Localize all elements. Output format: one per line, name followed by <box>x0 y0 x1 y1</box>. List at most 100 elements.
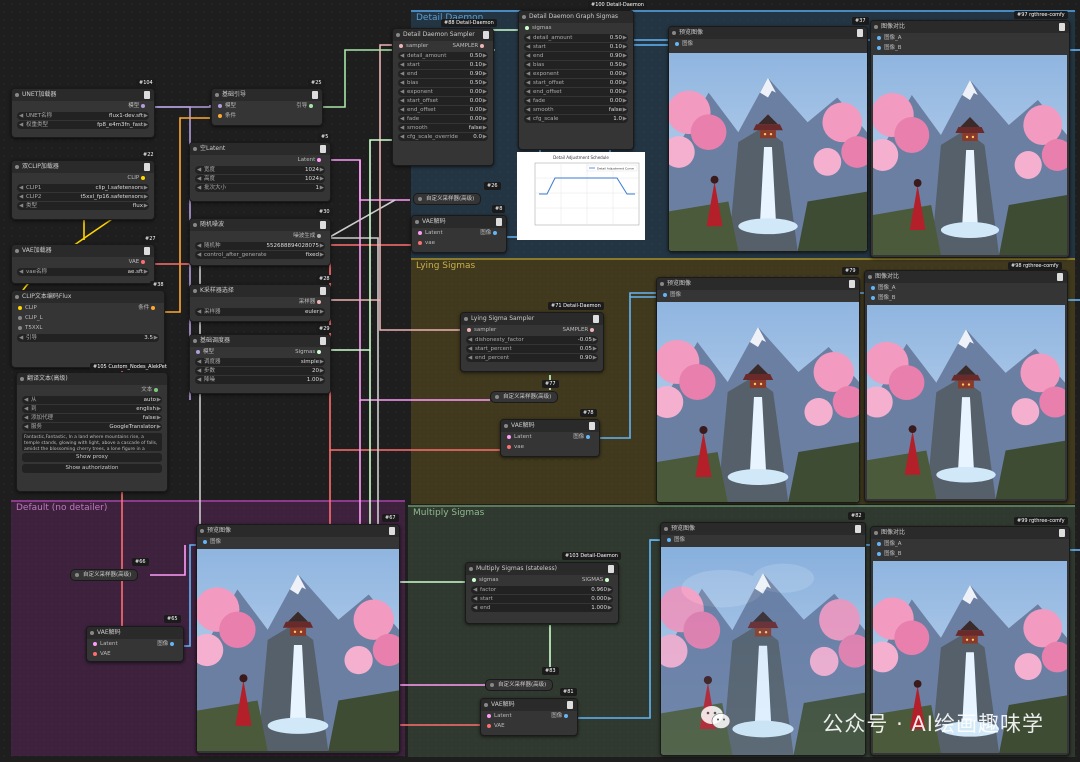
ksampler-select-node[interactable]: K采样器选择 采样器 ◀ 采样器 euler ▶ <box>189 284 331 322</box>
input-socket[interactable] <box>877 551 881 556</box>
clip-type-widget[interactable]: ◀ 类型 flux ▶ <box>17 202 149 210</box>
param-widget-smooth[interactable]: ◀ smooth false ▶ <box>524 106 628 114</box>
param-widget-detail-amount[interactable]: ◀ detail_amount 0.50 ▶ <box>524 34 628 42</box>
show-authorization-button[interactable]: Show authorization <box>22 464 162 473</box>
input-socket[interactable] <box>472 577 476 582</box>
output-socket[interactable] <box>154 387 158 392</box>
param-widget-end[interactable]: ◀ end 0.90 ▶ <box>398 70 488 78</box>
clip-text-encode-flux-node[interactable]: CLIP文本编码Flux CLIP 条件 CLIP_L T5XXL ◀ 引导 3.5 ▶ <box>11 290 165 368</box>
collapse-dot-icon[interactable] <box>396 33 400 37</box>
multiply-sigmas-node[interactable]: Multiply Sigmas (stateless) sigmas SIGMAS… <box>465 562 619 624</box>
service-widget[interactable]: ◀ 服务 GoogleTranslator ▶ <box>22 423 162 431</box>
param-widget-start[interactable]: ◀ start 0.10 ▶ <box>524 43 628 51</box>
collapse-dot-icon[interactable] <box>660 282 664 286</box>
param-widget-end-offset[interactable]: ◀ end_offset 0.00 ▶ <box>398 106 488 114</box>
collapse-dot-icon[interactable] <box>418 197 422 201</box>
detail-daemon-graph-sigmas-node[interactable]: Detail Daemon Graph Sigmas sigmas ◀ detai… <box>518 10 634 150</box>
width-widget[interactable]: ◀ 宽度 1024 ▶ <box>195 166 325 174</box>
compare-image[interactable] <box>873 55 1067 255</box>
collapse-dot-icon[interactable] <box>504 424 508 428</box>
vae-decode-node[interactable]: VAE解码 Latent 图像 VAE <box>480 698 578 736</box>
param-widget-start-offset[interactable]: ◀ start_offset 0.00 ▶ <box>398 97 488 105</box>
lying-sigma-sampler-node[interactable]: Lying Sigma Sampler sampler SAMPLER ◀ dish… <box>460 312 604 372</box>
custom-sampler-advanced-collapsed[interactable]: 自定义采样器(高级) <box>490 391 559 403</box>
input-socket[interactable] <box>18 325 22 330</box>
param-widget-start[interactable]: ◀ start 0.000 ▶ <box>471 595 613 603</box>
guidance-widget[interactable]: ◀ 引导 3.5 ▶ <box>17 334 159 342</box>
input-socket[interactable] <box>871 295 875 300</box>
collapse-dot-icon[interactable] <box>90 631 94 635</box>
output-socket[interactable] <box>141 103 145 108</box>
unet-name-widget[interactable]: ◀ UNET名称 flux1-dev.sft ▶ <box>17 112 149 120</box>
basic-guider-node[interactable]: 基础引导 模型 引导 条件 <box>211 88 323 126</box>
batch-size-widget[interactable]: ◀ 批次大小 1 ▶ <box>195 184 325 192</box>
param-widget-factor[interactable]: ◀ factor 0.960 ▶ <box>471 586 613 594</box>
param-widget-start[interactable]: ◀ start 0.10 ▶ <box>398 61 488 69</box>
input-socket[interactable] <box>487 723 491 728</box>
input-socket[interactable] <box>93 651 97 656</box>
prompt-textarea[interactable]: Fantastic,Fantastic, In a land where mou… <box>22 433 162 451</box>
custom-sampler-advanced-collapsed[interactable]: 自定义采样器(高级) <box>413 193 482 205</box>
input-socket[interactable] <box>487 713 491 718</box>
collapse-dot-icon[interactable] <box>672 31 676 35</box>
output-socket[interactable] <box>309 103 313 108</box>
input-socket[interactable] <box>196 349 200 354</box>
output-socket[interactable] <box>151 305 155 310</box>
output-socket[interactable] <box>317 349 321 354</box>
output-socket[interactable] <box>317 299 321 304</box>
collapse-dot-icon[interactable] <box>193 289 197 293</box>
collapse-dot-icon[interactable] <box>522 15 526 19</box>
param-widget-detail-amount[interactable]: ◀ detail_amount 0.50 ▶ <box>398 52 488 60</box>
preview-image-node[interactable]: 预览图像 图像 <box>196 524 400 754</box>
collapse-dot-icon[interactable] <box>15 295 19 299</box>
input-socket[interactable] <box>218 103 222 108</box>
param-widget-bias[interactable]: ◀ bias 0.50 ▶ <box>524 61 628 69</box>
collapse-dot-icon[interactable] <box>15 93 19 97</box>
output-socket[interactable] <box>141 259 145 264</box>
from-lang-widget[interactable]: ◀ 从 auto ▶ <box>22 396 162 404</box>
param-widget-start-percent[interactable]: ◀ start_percent 0.05 ▶ <box>466 345 598 353</box>
input-socket[interactable] <box>399 43 403 48</box>
input-socket[interactable] <box>663 292 667 297</box>
random-noise-node[interactable]: 随机噪波 噪波生成 ◀ 随机种 552688894028075 ▶ ◀ control_… <box>189 218 331 266</box>
param-widget-end[interactable]: ◀ end 0.90 ▶ <box>524 52 628 60</box>
output-socket[interactable] <box>141 175 145 180</box>
unet-loader-node[interactable]: UNET加载器 模型 ◀ UNET名称 flux1-dev.sft ▶ ◀ 权重类型 fp… <box>11 88 155 138</box>
input-socket[interactable] <box>507 444 511 449</box>
param-widget-cfg-scale-override[interactable]: ◀ cfg_scale_override 0.0 ▶ <box>398 133 488 141</box>
input-socket[interactable] <box>877 45 881 50</box>
input-socket[interactable] <box>18 315 22 320</box>
custom-sampler-advanced-collapsed[interactable]: 自定义采样器(高级) <box>70 569 139 581</box>
input-socket[interactable] <box>93 641 97 646</box>
input-socket[interactable] <box>203 539 207 544</box>
collapse-dot-icon[interactable] <box>464 317 468 321</box>
custom-sampler-advanced-collapsed[interactable]: 自定义采样器(高级) <box>485 679 554 691</box>
detail-daemon-sampler-node[interactable]: Detail Daemon Sampler sampler SAMPLER ◀ de… <box>392 28 494 166</box>
collapse-dot-icon[interactable] <box>874 25 878 29</box>
input-socket[interactable] <box>667 537 671 542</box>
input-socket[interactable] <box>418 230 422 235</box>
show-proxy-button[interactable]: Show proxy <box>22 453 162 462</box>
input-socket[interactable] <box>418 240 422 245</box>
compare-image[interactable] <box>867 305 1065 499</box>
collapse-dot-icon[interactable] <box>495 395 499 399</box>
input-socket[interactable] <box>18 305 22 310</box>
input-socket[interactable] <box>467 327 471 332</box>
basic-scheduler-node[interactable]: 基础调度器 模型 Sigmas ◀ 调度器 simple ▶ ◀ 步数 20 ▶ ◀ 降噪 1.0… <box>189 334 331 394</box>
collapse-dot-icon[interactable] <box>415 220 419 224</box>
clip1-widget[interactable]: ◀ CLIP1 clip_l.safetensors ▶ <box>17 184 149 192</box>
height-widget[interactable]: ◀ 高度 1024 ▶ <box>195 175 325 183</box>
collapse-dot-icon[interactable] <box>868 275 872 279</box>
noise-seed-widget[interactable]: ◀ 随机种 552688894028075 ▶ <box>195 242 325 250</box>
output-socket[interactable] <box>605 577 609 582</box>
vae-decode-node[interactable]: VAE解码 Latent 图像 vae <box>500 419 600 457</box>
output-socket[interactable] <box>590 327 594 332</box>
vae-decode-node[interactable]: VAE解码 Latent 图像 vae <box>411 215 507 253</box>
clip2-widget[interactable]: ◀ CLIP2 t5xxl_fp16.safetensors ▶ <box>17 193 149 201</box>
param-widget-fade[interactable]: ◀ fade 0.00 ▶ <box>524 97 628 105</box>
collapse-dot-icon[interactable] <box>200 529 204 533</box>
sampler-name-widget[interactable]: ◀ 采样器 euler ▶ <box>195 308 325 316</box>
input-socket[interactable] <box>218 113 222 118</box>
param-widget-end-offset[interactable]: ◀ end_offset 0.00 ▶ <box>524 88 628 96</box>
collapse-dot-icon[interactable] <box>193 147 197 151</box>
